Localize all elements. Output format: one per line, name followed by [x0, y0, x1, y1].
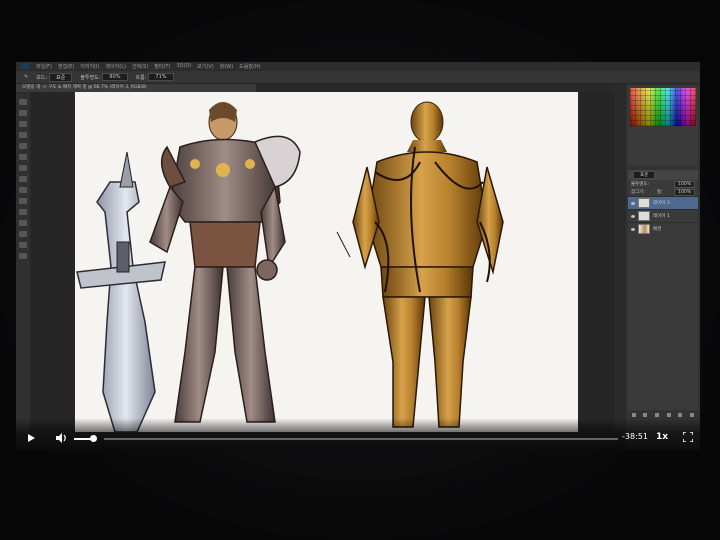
menu-item-3d[interactable]: 3D(D)	[176, 63, 191, 69]
layer-row[interactable]: 레이어 1	[628, 209, 698, 222]
flow-label: 흐름:	[135, 74, 147, 81]
brush-tool-icon[interactable]: ✎	[24, 74, 28, 80]
armored-knight-figure	[149, 102, 301, 423]
gradient-tool-icon[interactable]	[19, 198, 27, 204]
menu-item-window[interactable]: 창(W)	[220, 63, 233, 70]
layer-thumbnail	[638, 224, 650, 234]
concept-art-illustration	[76, 101, 504, 432]
bronze-back-view-figure	[336, 101, 504, 428]
time-remaining: -38:51	[622, 432, 648, 441]
menu-item-help[interactable]: 도움말(H)	[239, 63, 260, 70]
menu-item-image[interactable]: 이미지(I)	[80, 63, 99, 70]
hand-tool-icon[interactable]	[19, 242, 27, 248]
eye-icon[interactable]	[631, 214, 635, 218]
layer-name: 레이어 1	[653, 214, 670, 219]
fullscreen-icon[interactable]	[683, 432, 693, 442]
new-layer-icon[interactable]	[678, 413, 683, 417]
flow-field[interactable]: 71%	[148, 73, 174, 81]
layer-row[interactable]: 배경	[628, 222, 698, 235]
marquee-tool-icon[interactable]	[19, 110, 27, 116]
playback-speed-button[interactable]: 1x	[656, 432, 668, 442]
volume-icon[interactable]	[56, 433, 67, 443]
layer-opacity-field[interactable]: 100%	[674, 180, 695, 188]
layer-style-icon[interactable]	[643, 413, 648, 417]
document-canvas[interactable]	[75, 92, 578, 432]
eraser-tool-icon[interactable]	[19, 187, 27, 193]
options-bar: ✎ 모드: 표준 불투명도: 90% 흐름: 71%	[16, 71, 700, 84]
sword-sketch	[76, 151, 166, 432]
layers-panel: 표준 불투명도: 100% 잠그기: 칠: 100% 레이어 3 레이어 1 배…	[628, 170, 698, 420]
swatches-panel	[628, 86, 698, 166]
layer-opacity-row: 불투명도: 100%	[628, 180, 698, 188]
brush-tool-icon[interactable]	[19, 165, 27, 171]
trash-icon[interactable]	[690, 413, 695, 417]
video-progress-bar[interactable]	[104, 438, 618, 440]
video-player-screen[interactable]: 파일(F) 편집(E) 이미지(I) 레이어(L) 선택(S) 필터(T) 3D…	[16, 62, 700, 450]
collapsed-panel-strip	[614, 84, 626, 450]
stamp-tool-icon[interactable]	[19, 176, 27, 182]
opacity-label: 불투명도:	[80, 74, 101, 81]
layer-thumbnail	[638, 198, 650, 208]
crop-tool-icon[interactable]	[19, 132, 27, 138]
mask-icon[interactable]	[655, 413, 660, 417]
layers-panel-header: 표준	[628, 170, 698, 180]
mode-label: 모드:	[36, 74, 48, 81]
menu-item-edit[interactable]: 편집(E)	[58, 63, 74, 70]
menu-item-view[interactable]: 보기(V)	[197, 63, 214, 70]
menu-item-layer[interactable]: 레이어(L)	[105, 63, 126, 70]
lasso-tool-icon[interactable]	[19, 121, 27, 127]
menu-item-select[interactable]: 선택(S)	[132, 63, 148, 70]
layer-name: 레이어 3	[653, 201, 670, 206]
eyedropper-tool-icon[interactable]	[19, 143, 27, 149]
pen-tool-icon[interactable]	[19, 220, 27, 226]
layer-fill-field[interactable]: 100%	[674, 188, 695, 196]
menu-item-filter[interactable]: 필터(T)	[154, 63, 170, 70]
new-group-icon[interactable]	[666, 413, 671, 417]
eye-icon[interactable]	[631, 201, 635, 205]
tools-panel	[16, 94, 30, 434]
opacity-field[interactable]: 90%	[102, 73, 128, 81]
menu-item-file[interactable]: 파일(F)	[36, 63, 52, 70]
fill-label: 칠:	[656, 190, 663, 195]
menu-bar: 파일(F) 편집(E) 이미지(I) 레이어(L) 선택(S) 필터(T) 3D…	[16, 62, 700, 70]
volume-slider-handle[interactable]	[90, 435, 97, 442]
monitor-frame: 파일(F) 편집(E) 이미지(I) 레이어(L) 선택(S) 필터(T) 3D…	[0, 0, 720, 540]
eye-icon[interactable]	[631, 227, 635, 231]
photoshop-logo	[20, 63, 30, 69]
layer-opacity-label: 불투명도:	[631, 182, 650, 187]
layer-name: 배경	[653, 227, 662, 232]
canvas-area	[30, 92, 616, 432]
dodge-tool-icon[interactable]	[19, 209, 27, 215]
healing-tool-icon[interactable]	[19, 154, 27, 160]
layer-row[interactable]: 레이어 3	[628, 196, 698, 209]
video-controls-bar: -38:51 1x	[16, 418, 700, 450]
link-layers-icon[interactable]	[631, 413, 636, 417]
layer-thumbnail	[638, 211, 650, 221]
right-panel-dock: 표준 불투명도: 100% 잠그기: 칠: 100% 레이어 3 레이어 1 배…	[614, 84, 700, 450]
zoom-tool-icon[interactable]	[19, 253, 27, 259]
mode-select[interactable]: 표준	[49, 72, 73, 82]
text-tool-icon[interactable]	[19, 231, 27, 237]
play-icon[interactable]	[28, 434, 35, 442]
document-tab[interactable]: 모델링 개 -> 구도 & 배치 계획 정 @ 66.7% (레이어 3, RG…	[16, 84, 256, 92]
lock-label: 잠그기:	[631, 190, 645, 195]
color-swatch-grid[interactable]	[630, 88, 696, 126]
layer-fill-row: 잠그기: 칠: 100%	[628, 188, 698, 196]
move-tool-icon[interactable]	[19, 99, 27, 105]
blend-mode-select[interactable]: 표준	[633, 171, 656, 179]
